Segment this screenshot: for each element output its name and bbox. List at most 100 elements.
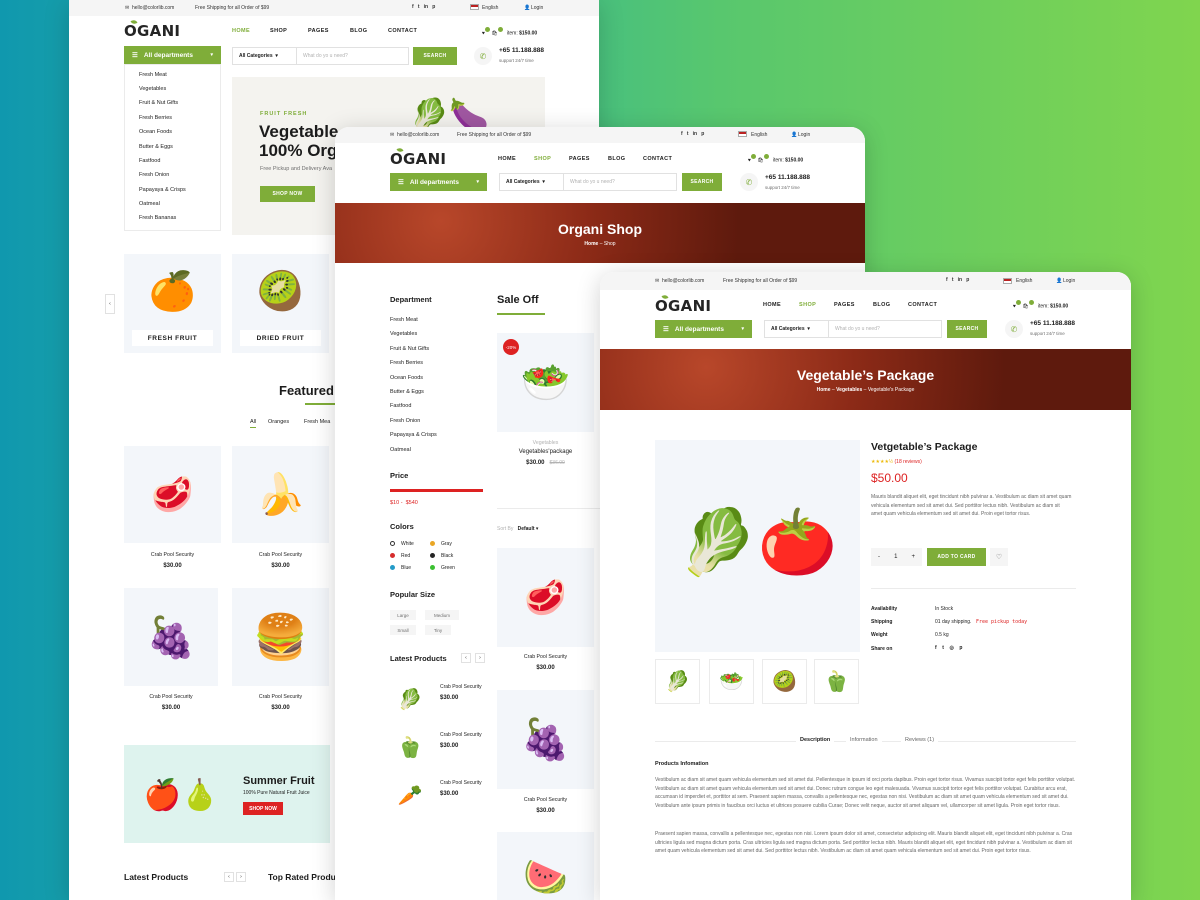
department-item[interactable]: Fresh Berries bbox=[139, 115, 172, 121]
department-item[interactable]: Fastfood bbox=[139, 158, 160, 164]
all-departments-button[interactable]: ☰ All departments ▾ bbox=[390, 173, 487, 191]
color-option[interactable]: White bbox=[390, 541, 414, 547]
latest-next-button[interactable]: › bbox=[475, 653, 485, 663]
heart-icon[interactable]: ♡ bbox=[990, 548, 1008, 566]
nav-contact[interactable]: CONTACT bbox=[908, 302, 937, 308]
filter-all[interactable]: All bbox=[250, 419, 257, 428]
pepper-image[interactable]: 🫑 bbox=[390, 727, 430, 767]
cart-summary[interactable]: ♥ 🛍 item: $150.00 bbox=[748, 154, 803, 164]
turmeric-image[interactable]: 🥕 bbox=[390, 775, 430, 815]
department-item[interactable]: Fresh Bananas bbox=[139, 215, 176, 221]
latest-prev-button[interactable]: ‹ bbox=[461, 653, 471, 663]
nav-pages[interactable]: PAGES bbox=[308, 28, 329, 34]
banner-shop-now-button[interactable]: SHOP NOW bbox=[243, 802, 283, 815]
department-item[interactable]: Oatmeal bbox=[139, 201, 160, 207]
department-item[interactable]: Fruit & Nut Gifts bbox=[139, 100, 178, 106]
nav-pages[interactable]: PAGES bbox=[569, 156, 590, 162]
department-item[interactable]: Oatmeal bbox=[390, 447, 411, 453]
latest-product-name[interactable]: Crab Pool Security bbox=[440, 780, 482, 786]
search-category-select[interactable]: All Categories ▾ bbox=[233, 48, 297, 64]
all-departments-button[interactable]: ☰ All departments ▾ bbox=[124, 46, 221, 64]
size-chip[interactable]: Small bbox=[390, 625, 416, 635]
nav-blog[interactable]: BLOG bbox=[873, 302, 891, 308]
filter-fresh-meat[interactable]: Fresh Mea bbox=[304, 419, 330, 425]
color-option[interactable]: Green bbox=[430, 565, 455, 571]
department-item[interactable]: Ocean Foods bbox=[390, 375, 423, 381]
nav-shop[interactable]: SHOP bbox=[534, 156, 551, 162]
department-item[interactable]: Vegetables bbox=[139, 86, 166, 92]
color-option[interactable]: Black bbox=[430, 553, 453, 559]
thumbnail-spinach[interactable]: 🥬 bbox=[655, 659, 700, 704]
nav-home[interactable]: HOME bbox=[232, 28, 250, 34]
breadcrumb-home[interactable]: Home bbox=[817, 387, 831, 393]
nav-blog[interactable]: BLOG bbox=[608, 156, 626, 162]
search-button[interactable]: SEARCH bbox=[682, 173, 722, 191]
breadcrumb-home[interactable]: Home bbox=[584, 241, 598, 247]
sort-control[interactable]: Sort By Default ▾ bbox=[497, 526, 538, 532]
plus-icon[interactable]: + bbox=[911, 554, 915, 560]
department-item[interactable]: Fruit & Nut Gifts bbox=[390, 346, 429, 352]
search-category-select[interactable]: All Categories ▾ bbox=[500, 174, 564, 190]
product-name[interactable]: Crab Pool Security bbox=[497, 797, 594, 803]
product-name[interactable]: Crab Pool Security bbox=[124, 694, 218, 700]
language-select[interactable]: English bbox=[1016, 278, 1032, 284]
product-name[interactable]: Crab Pool Security bbox=[124, 552, 221, 558]
department-item[interactable]: Vegetables bbox=[390, 331, 417, 337]
logo[interactable]: OGANI bbox=[124, 19, 180, 40]
product-name[interactable]: Crab Pool Security bbox=[232, 552, 329, 558]
search-button[interactable]: SEARCH bbox=[413, 47, 457, 65]
cart-summary[interactable]: ♥ 🛍 item: $150.00 bbox=[1013, 300, 1068, 310]
tab-reviews[interactable]: Reviews (1) bbox=[901, 737, 939, 743]
login-link[interactable]: Login bbox=[1063, 278, 1075, 284]
department-item[interactable]: Butter & Eggs bbox=[390, 389, 424, 395]
language-select[interactable]: English bbox=[751, 132, 767, 138]
search-input[interactable]: What do yo u need? bbox=[297, 53, 348, 59]
logo[interactable]: OGANI bbox=[655, 294, 711, 315]
thumbnail-dried-fruit[interactable]: 🥝 bbox=[762, 659, 807, 704]
price-range-slider[interactable] bbox=[390, 489, 483, 492]
department-item[interactable]: Fresh Onion bbox=[390, 418, 420, 424]
language-select[interactable]: English bbox=[482, 5, 498, 11]
department-item[interactable]: Fastfood bbox=[390, 403, 411, 409]
search-button[interactable]: SEARCH bbox=[947, 320, 987, 338]
search-category-select[interactable]: All Categories ▾ bbox=[765, 321, 829, 337]
sale-product-name[interactable]: Vegetables'package bbox=[497, 449, 594, 455]
department-item[interactable]: Butter & Eggs bbox=[139, 144, 173, 150]
shop-now-button[interactable]: SHOP NOW bbox=[260, 186, 315, 202]
latest-next-button[interactable]: › bbox=[236, 872, 246, 882]
cart-summary[interactable]: ♥ 🛍 item: $150.00 bbox=[482, 27, 537, 37]
share-icons[interactable]: f t ◎ p bbox=[935, 645, 962, 651]
product-name[interactable]: Crab Pool Security bbox=[497, 654, 594, 660]
filter-oranges[interactable]: Oranges bbox=[268, 419, 289, 425]
all-departments-button[interactable]: ☰ All departments ▾ bbox=[655, 320, 752, 338]
latest-prev-button[interactable]: ‹ bbox=[224, 872, 234, 882]
nav-contact[interactable]: CONTACT bbox=[643, 156, 672, 162]
color-option[interactable]: Gray bbox=[430, 541, 452, 547]
minus-icon[interactable]: - bbox=[878, 554, 880, 560]
thumbnail-pepper[interactable]: 🫑 bbox=[814, 659, 859, 704]
search-input[interactable]: What do yo u need? bbox=[564, 179, 615, 185]
nav-home[interactable]: HOME bbox=[498, 156, 516, 162]
breadcrumb-vegetables[interactable]: Vegetables bbox=[836, 387, 862, 393]
size-chip[interactable]: Medium bbox=[425, 610, 459, 620]
latest-product-name[interactable]: Crab Pool Security bbox=[440, 732, 482, 738]
spinach-image[interactable]: 🥬 bbox=[390, 679, 430, 719]
nav-contact[interactable]: CONTACT bbox=[388, 28, 417, 34]
add-to-cart-button[interactable]: ADD TO CARD bbox=[927, 548, 986, 566]
nav-pages[interactable]: PAGES bbox=[834, 302, 855, 308]
quantity-stepper[interactable]: -1 + bbox=[871, 548, 922, 566]
logo[interactable]: OGANI bbox=[390, 147, 446, 168]
login-link[interactable]: Login bbox=[798, 132, 810, 138]
thumbnail-vegetable-bag[interactable]: 🥗 bbox=[709, 659, 754, 704]
search-input[interactable]: What do yo u need? bbox=[829, 326, 880, 332]
department-item[interactable]: Fresh Meat bbox=[390, 317, 418, 323]
tab-information[interactable]: Information bbox=[846, 737, 882, 743]
department-item[interactable]: Papayaya & Crisps bbox=[139, 187, 186, 193]
department-item[interactable]: Ocean Foods bbox=[139, 129, 172, 135]
department-item[interactable]: Papayaya & Crisps bbox=[390, 432, 437, 438]
social-icons[interactable]: f t in p bbox=[412, 4, 435, 10]
review-count[interactable]: (18 reviews) bbox=[895, 459, 922, 465]
size-chip[interactable]: Tiny bbox=[425, 625, 451, 635]
social-icons[interactable]: f t in p bbox=[681, 131, 704, 137]
color-option[interactable]: Blue bbox=[390, 565, 411, 571]
